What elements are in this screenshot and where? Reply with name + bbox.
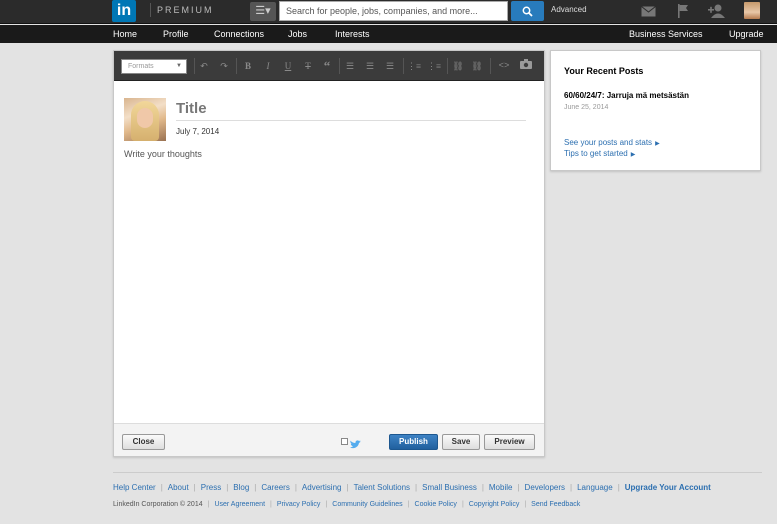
footer-link-press[interactable]: Press — [201, 483, 221, 493]
title-input[interactable]: Title — [176, 99, 526, 121]
nav-upgrade[interactable]: Upgrade — [729, 28, 764, 40]
code-icon[interactable]: <> — [497, 59, 511, 73]
footer-link-developers[interactable]: Developers — [525, 483, 565, 493]
linkedin-logo[interactable]: in — [112, 0, 136, 22]
footer-link-advertising[interactable]: Advertising — [302, 483, 342, 493]
twitter-icon — [350, 436, 361, 454]
publish-button[interactable]: Publish — [389, 434, 438, 450]
post-editor: Formats ▼ ↶ ↷ B I U T “ ☰ ☰ ☰ ⋮≡ ⋮≡ ⛓ ⛓ <… — [113, 50, 545, 457]
footer-legal: LinkedIn Corporation © 2014 | User Agreem… — [113, 500, 581, 510]
footer-link-language[interactable]: Language — [577, 483, 613, 493]
top-bar: in PREMIUM ☰▾ Advanced — [0, 0, 777, 24]
recent-post-link[interactable]: 60/60/24/7: Jarruja mä metsästän — [564, 90, 689, 101]
unlink-icon[interactable]: ⛓ — [470, 59, 484, 73]
search-input[interactable] — [279, 1, 508, 21]
footer-link-copyright-policy[interactable]: Copyright Policy — [469, 500, 520, 510]
see-posts-stats-label: See your posts and stats — [564, 138, 653, 147]
footer-links: Help Center | About | Press | Blog | Careers… — [113, 483, 711, 493]
footer-link-talent-solutions[interactable]: Talent Solutions — [354, 483, 410, 493]
footer-link-community-guidelines[interactable]: Community Guidelines — [332, 500, 402, 510]
premium-label: PREMIUM — [150, 3, 214, 17]
menu-icon[interactable]: ☰▾ — [250, 2, 276, 21]
align-right-icon[interactable]: ☰ — [383, 59, 397, 73]
nav-profile[interactable]: Profile — [163, 28, 189, 40]
see-posts-stats-link[interactable]: See your posts and stats ▶ — [564, 138, 660, 149]
quote-icon[interactable]: “ — [320, 59, 334, 73]
post-date: July 7, 2014 — [176, 127, 220, 136]
bold-icon[interactable]: B — [241, 59, 255, 73]
tips-label: Tips to get started — [564, 149, 628, 158]
search-button[interactable] — [511, 1, 544, 21]
footer-link-user-agreement[interactable]: User Agreement — [214, 500, 265, 510]
bullet-list-icon[interactable]: ⋮≡ — [407, 59, 421, 73]
copyright-text: LinkedIn Corporation © 2014 — [113, 501, 203, 508]
footer-link-careers[interactable]: Careers — [261, 483, 289, 493]
author-photo — [124, 98, 166, 141]
footer-divider — [113, 472, 762, 473]
nav-connections[interactable]: Connections — [214, 28, 264, 40]
footer-link-cookie-policy[interactable]: Cookie Policy — [415, 500, 457, 510]
body-input[interactable]: Write your thoughts — [124, 148, 202, 160]
tips-link[interactable]: Tips to get started ▶ — [564, 149, 635, 160]
align-center-icon[interactable]: ☰ — [363, 59, 377, 73]
nav-bar: Home Profile Connections Jobs Interests … — [0, 25, 777, 43]
chevron-down-icon: ▼ — [176, 63, 182, 69]
footer-link-about[interactable]: About — [168, 483, 189, 493]
link-icon[interactable]: ⛓ — [451, 59, 465, 73]
recent-posts-title: Your Recent Posts — [564, 66, 644, 76]
editor-footer: Close Publish Save Preview — [114, 423, 544, 456]
share-twitter-checkbox[interactable] — [341, 438, 348, 445]
footer-link-mobile[interactable]: Mobile — [489, 483, 513, 493]
footer-link-send-feedback[interactable]: Send Feedback — [531, 500, 580, 510]
nav-home[interactable]: Home — [113, 28, 137, 40]
camera-icon[interactable] — [519, 59, 533, 73]
toolbar-divider — [447, 58, 448, 74]
preview-button[interactable]: Preview — [484, 434, 535, 450]
footer-link-blog[interactable]: Blog — [233, 483, 249, 493]
footer-link-upgrade-account[interactable]: Upgrade Your Account — [625, 483, 711, 493]
nav-jobs[interactable]: Jobs — [288, 28, 307, 40]
caret-right-icon: ▶ — [630, 152, 636, 158]
formats-dropdown[interactable]: Formats ▼ — [121, 59, 187, 74]
nav-business-services[interactable]: Business Services — [629, 28, 703, 40]
numbered-list-icon[interactable]: ⋮≡ — [427, 59, 441, 73]
add-connection-icon[interactable] — [708, 3, 726, 19]
advanced-search-link[interactable]: Advanced — [551, 4, 587, 16]
toolbar-divider — [490, 58, 491, 74]
toolbar-divider — [403, 58, 404, 74]
formats-label: Formats — [128, 63, 154, 70]
toolbar-divider — [194, 58, 195, 74]
redo-icon[interactable]: ↷ — [217, 59, 231, 73]
underline-icon[interactable]: U — [281, 59, 295, 73]
recent-post-date: June 25, 2014 — [564, 104, 609, 111]
recent-posts-panel: Your Recent Posts 60/60/24/7: Jarruja mä… — [550, 50, 761, 171]
mail-icon[interactable] — [640, 3, 656, 19]
toolbar-divider — [339, 58, 340, 74]
strikethrough-icon[interactable]: T — [301, 59, 315, 73]
flag-icon[interactable] — [676, 3, 690, 19]
editor-toolbar: Formats ▼ ↶ ↷ B I U T “ ☰ ☰ ☰ ⋮≡ ⋮≡ ⛓ ⛓ <… — [114, 51, 544, 81]
footer-link-small-business[interactable]: Small Business — [422, 483, 477, 493]
toolbar-divider — [236, 58, 237, 74]
footer-link-help-center[interactable]: Help Center — [113, 483, 156, 493]
close-button[interactable]: Close — [122, 434, 165, 450]
align-left-icon[interactable]: ☰ — [343, 59, 357, 73]
italic-icon[interactable]: I — [261, 59, 275, 73]
footer-link-privacy-policy[interactable]: Privacy Policy — [277, 500, 321, 510]
save-button[interactable]: Save — [442, 434, 480, 450]
caret-right-icon: ▶ — [655, 141, 660, 147]
undo-icon[interactable]: ↶ — [197, 59, 211, 73]
profile-avatar[interactable] — [744, 2, 760, 19]
nav-interests[interactable]: Interests — [335, 28, 370, 40]
search-icon — [522, 6, 533, 17]
